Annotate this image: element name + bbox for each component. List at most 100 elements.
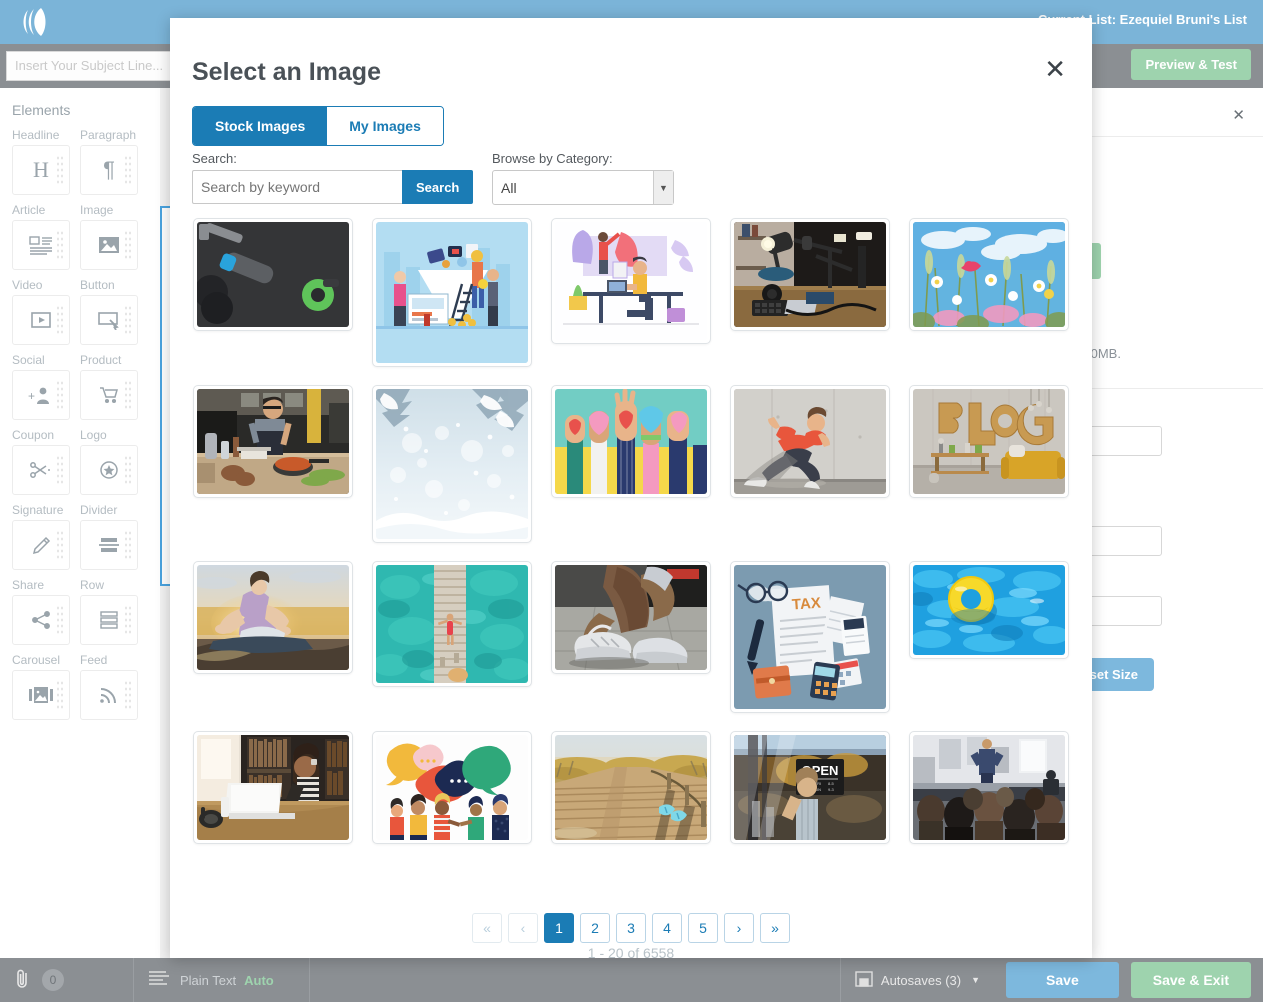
video-icon[interactable] bbox=[12, 295, 70, 345]
stock-thumbnail[interactable] bbox=[551, 218, 711, 344]
sidebar-item-signature[interactable]: Signature bbox=[12, 503, 80, 570]
page-4-button[interactable]: 4 bbox=[652, 913, 682, 943]
sidebar-item-video[interactable]: Video bbox=[12, 278, 80, 345]
chevron-down-icon[interactable]: ▼ bbox=[971, 975, 980, 985]
stock-thumbnail[interactable] bbox=[372, 561, 532, 687]
stock-thumbnail[interactable] bbox=[193, 561, 353, 674]
sidebar-item-paragraph[interactable]: Paragraph ¶ bbox=[80, 128, 148, 195]
page-next-button[interactable]: › bbox=[724, 913, 754, 943]
sidebar-item-image[interactable]: Image bbox=[80, 203, 148, 270]
page-first-button[interactable]: « bbox=[472, 913, 502, 943]
category-select[interactable]: All ▼ bbox=[492, 170, 674, 205]
image-cell[interactable]: TAX bbox=[729, 561, 891, 713]
sidebar-item-row[interactable]: Row bbox=[80, 578, 148, 645]
page-3-button[interactable]: 3 bbox=[616, 913, 646, 943]
divider-icon[interactable] bbox=[80, 520, 138, 570]
image-cell[interactable] bbox=[908, 218, 1070, 367]
coupon-scissors-icon[interactable] bbox=[12, 445, 70, 495]
image-cell[interactable] bbox=[550, 385, 712, 543]
paragraph-icon[interactable]: ¶ bbox=[80, 145, 138, 195]
stock-thumbnail[interactable] bbox=[730, 385, 890, 498]
shell-logo-icon[interactable] bbox=[18, 4, 54, 40]
stock-thumbnail[interactable] bbox=[551, 731, 711, 844]
article-icon[interactable] bbox=[12, 220, 70, 270]
image-cell[interactable] bbox=[371, 385, 533, 543]
stock-thumbnail[interactable] bbox=[193, 385, 353, 498]
page-5-button[interactable]: 5 bbox=[688, 913, 718, 943]
stock-thumbnail[interactable] bbox=[551, 561, 711, 674]
image-cell[interactable] bbox=[729, 385, 891, 543]
sidebar-item-logo[interactable]: Logo bbox=[80, 428, 148, 495]
stock-thumbnail[interactable] bbox=[372, 731, 532, 844]
paperclip-icon[interactable] bbox=[14, 968, 32, 993]
chevron-down-icon[interactable]: ▼ bbox=[653, 171, 673, 204]
page-1-button[interactable]: 1 bbox=[544, 913, 574, 943]
image-cell[interactable] bbox=[192, 385, 354, 543]
autosaves-dropdown[interactable]: Autosaves (3) ▼ bbox=[840, 958, 994, 1002]
save-and-exit-button[interactable]: Save & Exit bbox=[1131, 962, 1251, 998]
image-cell[interactable] bbox=[192, 561, 354, 713]
image-cell[interactable] bbox=[371, 731, 533, 844]
stock-thumbnail[interactable] bbox=[193, 218, 353, 331]
rss-feed-icon[interactable] bbox=[80, 670, 138, 720]
image-cell[interactable] bbox=[550, 561, 712, 713]
sidebar-item-button[interactable]: Button bbox=[80, 278, 148, 345]
product-cart-icon[interactable] bbox=[80, 370, 138, 420]
sidebar-item-article[interactable]: Article bbox=[12, 203, 80, 270]
image-cell[interactable] bbox=[192, 218, 354, 367]
image-cell[interactable] bbox=[729, 218, 891, 367]
page-last-button[interactable]: » bbox=[760, 913, 790, 943]
social-icon[interactable]: + bbox=[12, 370, 70, 420]
save-button[interactable]: Save bbox=[1006, 962, 1119, 998]
sidebar-item-carousel[interactable]: Carousel bbox=[12, 653, 80, 720]
carousel-icon[interactable] bbox=[12, 670, 70, 720]
image-cell[interactable] bbox=[192, 731, 354, 844]
row-icon[interactable] bbox=[80, 595, 138, 645]
image-cell[interactable] bbox=[550, 218, 712, 367]
button-icon[interactable] bbox=[80, 295, 138, 345]
sidebar-item-share[interactable]: Share bbox=[12, 578, 80, 645]
search-input[interactable] bbox=[192, 170, 402, 204]
tab-my-images[interactable]: My Images bbox=[327, 107, 443, 145]
element-label: Image bbox=[80, 203, 148, 217]
image-cell[interactable] bbox=[908, 385, 1070, 543]
stock-thumbnail[interactable] bbox=[909, 731, 1069, 844]
image-cell[interactable] bbox=[371, 561, 533, 713]
image-cell[interactable] bbox=[371, 218, 533, 367]
stock-thumbnail[interactable] bbox=[193, 731, 353, 844]
stock-thumbnail[interactable] bbox=[909, 561, 1069, 659]
page-prev-button[interactable]: ‹ bbox=[508, 913, 538, 943]
signature-pen-icon[interactable] bbox=[12, 520, 70, 570]
image-cell[interactable] bbox=[908, 561, 1070, 713]
sidebar-item-headline[interactable]: Headline H bbox=[12, 128, 80, 195]
stock-thumbnail[interactable] bbox=[909, 385, 1069, 498]
panel-close-icon[interactable]: ✕ bbox=[1232, 106, 1245, 124]
element-label: Carousel bbox=[12, 653, 80, 667]
tab-stock-images[interactable]: Stock Images bbox=[193, 107, 327, 145]
sidebar-item-feed[interactable]: Feed bbox=[80, 653, 148, 720]
sidebar-item-social[interactable]: Social + bbox=[12, 353, 80, 420]
plain-text-segment[interactable]: Plain Text Auto bbox=[134, 958, 310, 1002]
stock-thumbnail[interactable] bbox=[909, 218, 1069, 331]
modal-close-icon[interactable]: ✕ bbox=[1044, 56, 1066, 82]
sidebar-item-product[interactable]: Product bbox=[80, 353, 148, 420]
stock-thumbnail[interactable] bbox=[730, 218, 890, 331]
attachments-segment[interactable]: 0 bbox=[0, 958, 134, 1002]
image-cell[interactable] bbox=[908, 731, 1070, 844]
preview-and-test-button[interactable]: Preview & Test bbox=[1131, 49, 1251, 80]
headline-icon[interactable]: H bbox=[12, 145, 70, 195]
image-icon[interactable] bbox=[80, 220, 138, 270]
image-cell[interactable]: OPEN MON-FRI8-5 SAT-SUN9-3 bbox=[729, 731, 891, 844]
image-cell[interactable] bbox=[550, 731, 712, 844]
sidebar-item-divider[interactable]: Divider bbox=[80, 503, 148, 570]
search-button[interactable]: Search bbox=[402, 170, 473, 204]
share-icon[interactable] bbox=[12, 595, 70, 645]
page-2-button[interactable]: 2 bbox=[580, 913, 610, 943]
stock-thumbnail[interactable]: TAX bbox=[730, 561, 890, 713]
stock-thumbnail[interactable] bbox=[372, 218, 532, 367]
stock-thumbnail[interactable] bbox=[372, 385, 532, 543]
logo-star-icon[interactable] bbox=[80, 445, 138, 495]
stock-thumbnail[interactable] bbox=[551, 385, 711, 498]
sidebar-item-coupon[interactable]: Coupon bbox=[12, 428, 80, 495]
stock-thumbnail[interactable]: OPEN MON-FRI8-5 SAT-SUN9-3 bbox=[730, 731, 890, 844]
